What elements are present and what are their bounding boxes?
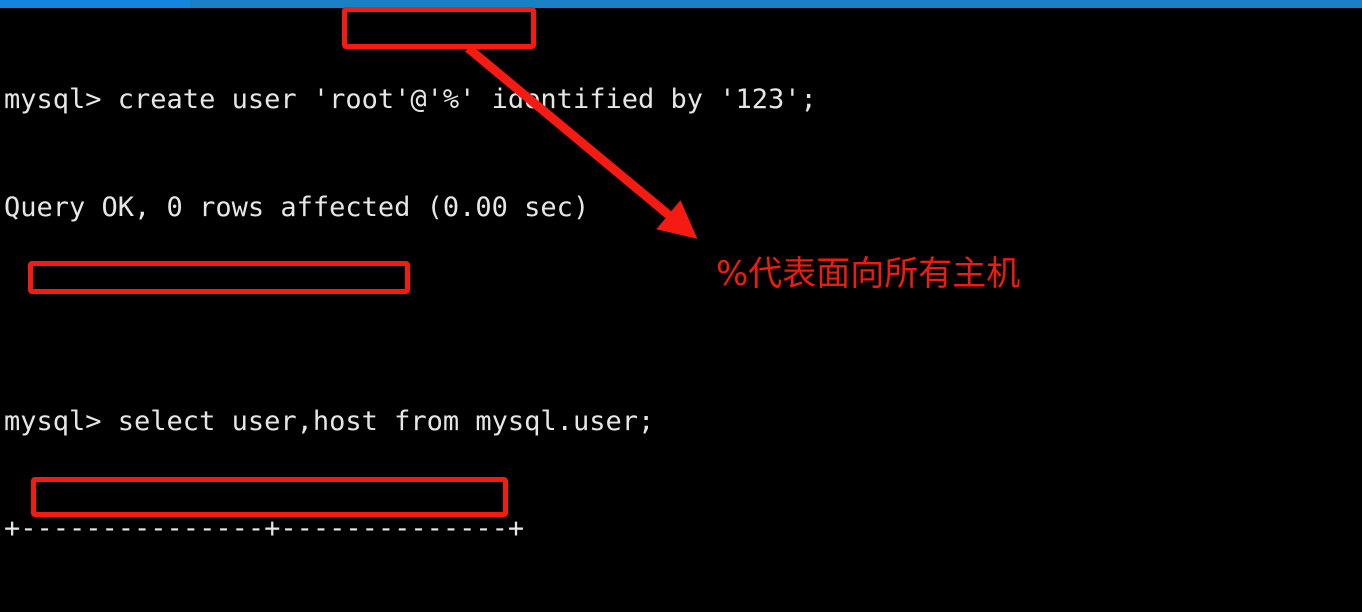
terminal-line: mysql> select user,host from mysql.user; xyxy=(4,405,655,437)
terminal-line: mysql> create user 'root'@'%' identified… xyxy=(4,84,817,116)
terminal-line: Query OK, 0 rows affected (0.00 sec) xyxy=(4,191,590,223)
titlebar-inactive-segment xyxy=(190,0,1362,8)
window-titlebar xyxy=(0,0,1362,8)
table-border-top: +---------------+--------------+ xyxy=(4,512,525,544)
terminal-output[interactable]: mysql> create user 'root'@'%' identified… xyxy=(4,11,1358,612)
terminal-window: mysql> create user 'root'@'%' identified… xyxy=(0,0,1362,612)
titlebar-active-segment xyxy=(0,0,190,8)
